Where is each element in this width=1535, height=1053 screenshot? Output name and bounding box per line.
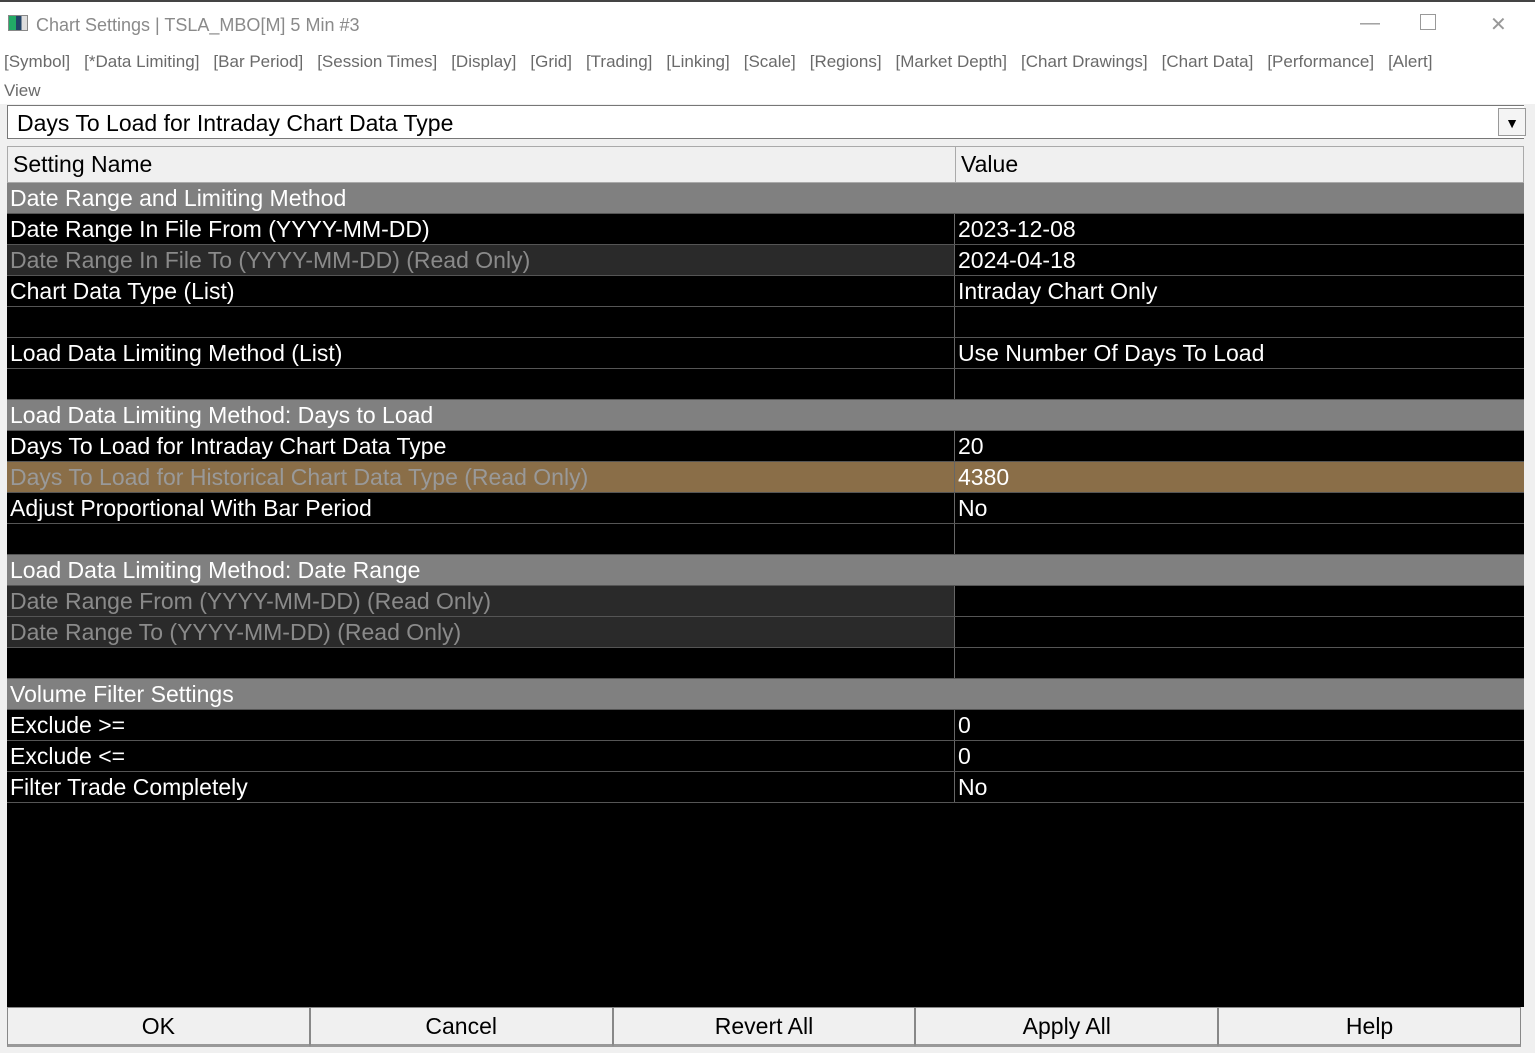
window-title: Chart Settings | TSLA_MBO[M] 5 Min #3 bbox=[36, 15, 360, 35]
setting-name: Days To Load for Historical Chart Data T… bbox=[7, 462, 955, 492]
setting-name: Chart Data Type (List) bbox=[7, 276, 955, 306]
tab-symbol[interactable]: [Symbol] bbox=[4, 52, 70, 71]
table-row[interactable]: Days To Load for Historical Chart Data T… bbox=[7, 462, 1524, 493]
setting-value[interactable]: 2024-04-18 bbox=[955, 245, 1524, 275]
section-header: Volume Filter Settings bbox=[7, 679, 1524, 710]
setting-value bbox=[955, 555, 1524, 585]
table-row[interactable]: Exclude >= 0 bbox=[7, 710, 1524, 741]
tab-trading[interactable]: [Trading] bbox=[586, 52, 652, 71]
setting-value[interactable]: No bbox=[955, 493, 1524, 523]
setting-name: Load Data Limiting Method: Days to Load bbox=[10, 402, 434, 428]
title-bar: Chart Settings | TSLA_MBO[M] 5 Min #3 — … bbox=[0, 0, 1535, 48]
setting-name bbox=[7, 369, 955, 399]
setting-value bbox=[955, 400, 1524, 430]
header-setting-name: Setting Name bbox=[8, 147, 956, 182]
view-dropdown-value: Days To Load for Intraday Chart Data Typ… bbox=[17, 110, 454, 136]
chevron-down-icon[interactable]: ▼ bbox=[1498, 108, 1526, 136]
tab-session-times[interactable]: [Session Times] bbox=[317, 52, 437, 71]
section-header: Load Data Limiting Method: Days to Load bbox=[7, 400, 1524, 431]
setting-name: Load Data Limiting Method (List) bbox=[7, 338, 955, 368]
setting-value[interactable]: Use Number Of Days To Load bbox=[955, 338, 1524, 368]
table-row[interactable]: Date Range In File To (YYYY-MM-DD) (Read… bbox=[7, 245, 1524, 276]
setting-value[interactable]: 2023-12-08 bbox=[955, 214, 1524, 244]
setting-name: Days To Load for Intraday Chart Data Typ… bbox=[7, 431, 955, 461]
table-row[interactable] bbox=[7, 307, 1524, 338]
tab-display[interactable]: [Display] bbox=[451, 52, 516, 71]
section-header: Date Range and Limiting Method bbox=[7, 183, 1524, 214]
app-icon bbox=[8, 15, 28, 31]
setting-value[interactable]: 4380 bbox=[955, 462, 1524, 492]
table-row[interactable] bbox=[7, 524, 1524, 555]
settings-table: Setting Name Value Date Range and Limiti… bbox=[7, 146, 1524, 1007]
tab-linking[interactable]: [Linking] bbox=[666, 52, 729, 71]
tab-regions[interactable]: [Regions] bbox=[810, 52, 882, 71]
setting-name bbox=[7, 524, 955, 554]
setting-value[interactable] bbox=[955, 648, 1524, 678]
view-dropdown[interactable]: Days To Load for Intraday Chart Data Typ… bbox=[7, 105, 1526, 139]
header-value: Value bbox=[961, 151, 1019, 177]
setting-name bbox=[7, 307, 955, 337]
button-bar: OK Cancel Revert All Apply All Help bbox=[7, 1007, 1521, 1047]
setting-value bbox=[955, 679, 1524, 709]
tab-performance[interactable]: [Performance] bbox=[1267, 52, 1374, 71]
menu-bar: [Symbol] [*Data Limiting] [Bar Period] [Ses… bbox=[0, 48, 1535, 104]
tab-alert[interactable]: [Alert] bbox=[1388, 52, 1432, 71]
setting-name: Date Range In File To (YYYY-MM-DD) (Read… bbox=[7, 245, 955, 275]
table-row[interactable]: Date Range From (YYYY-MM-DD) (Read Only) bbox=[7, 586, 1524, 617]
setting-name: Filter Trade Completely bbox=[7, 772, 955, 802]
setting-name: Volume Filter Settings bbox=[10, 681, 234, 707]
table-row[interactable] bbox=[7, 369, 1524, 400]
setting-value[interactable] bbox=[955, 617, 1524, 647]
setting-value[interactable]: 0 bbox=[955, 710, 1524, 740]
setting-name: Exclude >= bbox=[7, 710, 955, 740]
setting-name: Date Range To (YYYY-MM-DD) (Read Only) bbox=[7, 617, 955, 647]
maximize-icon[interactable] bbox=[1420, 14, 1436, 30]
tab-market-depth[interactable]: [Market Depth] bbox=[896, 52, 1008, 71]
settings-tabs: [Symbol] [*Data Limiting] [Bar Period] [Ses… bbox=[4, 52, 1446, 72]
view-label: View bbox=[4, 81, 41, 100]
setting-name: Load Data Limiting Method: Date Range bbox=[10, 557, 421, 583]
table-header: Setting Name Value bbox=[7, 146, 1524, 183]
table-row[interactable]: Adjust Proportional With Bar Period No bbox=[7, 493, 1524, 524]
setting-name: Date Range From (YYYY-MM-DD) (Read Only) bbox=[7, 586, 955, 616]
table-row[interactable] bbox=[7, 648, 1524, 679]
apply-all-button[interactable]: Apply All bbox=[915, 1007, 1219, 1047]
setting-value[interactable] bbox=[955, 586, 1524, 616]
setting-value bbox=[955, 183, 1524, 213]
setting-name: Exclude <= bbox=[7, 741, 955, 771]
table-row[interactable]: Date Range In File From (YYYY-MM-DD) 2023… bbox=[7, 214, 1524, 245]
setting-value[interactable] bbox=[955, 369, 1524, 399]
setting-name: Date Range In File From (YYYY-MM-DD) bbox=[7, 214, 955, 244]
tab-chart-data[interactable]: [Chart Data] bbox=[1162, 52, 1254, 71]
table-row[interactable]: Chart Data Type (List) Intraday Chart Onl… bbox=[7, 276, 1524, 307]
table-row[interactable]: Days To Load for Intraday Chart Data Typ… bbox=[7, 431, 1524, 462]
setting-value[interactable] bbox=[955, 524, 1524, 554]
setting-name: Adjust Proportional With Bar Period bbox=[7, 493, 955, 523]
table-row[interactable]: Load Data Limiting Method (List) Use Numb… bbox=[7, 338, 1524, 369]
ok-button[interactable]: OK bbox=[7, 1007, 310, 1047]
section-header: Load Data Limiting Method: Date Range bbox=[7, 555, 1524, 586]
table-row[interactable]: Exclude <= 0 bbox=[7, 741, 1524, 772]
setting-name bbox=[7, 648, 955, 678]
cancel-button[interactable]: Cancel bbox=[309, 1007, 613, 1047]
tab-scale[interactable]: [Scale] bbox=[744, 52, 796, 71]
minimize-icon[interactable]: — bbox=[1360, 12, 1380, 35]
setting-value[interactable]: Intraday Chart Only bbox=[955, 276, 1524, 306]
revert-all-button[interactable]: Revert All bbox=[612, 1007, 916, 1047]
setting-value[interactable] bbox=[955, 307, 1524, 337]
help-button[interactable]: Help bbox=[1218, 1007, 1521, 1047]
close-icon[interactable]: ✕ bbox=[1490, 12, 1507, 37]
tab-chart-drawings[interactable]: [Chart Drawings] bbox=[1021, 52, 1148, 71]
setting-value[interactable]: No bbox=[955, 772, 1524, 802]
setting-value[interactable]: 0 bbox=[955, 741, 1524, 771]
setting-name: Date Range and Limiting Method bbox=[10, 185, 347, 211]
setting-value[interactable]: 20 bbox=[955, 431, 1524, 461]
table-row[interactable]: Filter Trade Completely No bbox=[7, 772, 1524, 803]
tab-data-limiting[interactable]: [*Data Limiting] bbox=[84, 52, 199, 71]
table-row[interactable]: Date Range To (YYYY-MM-DD) (Read Only) bbox=[7, 617, 1524, 648]
tab-grid[interactable]: [Grid] bbox=[530, 52, 572, 71]
tab-bar-period[interactable]: [Bar Period] bbox=[213, 52, 303, 71]
